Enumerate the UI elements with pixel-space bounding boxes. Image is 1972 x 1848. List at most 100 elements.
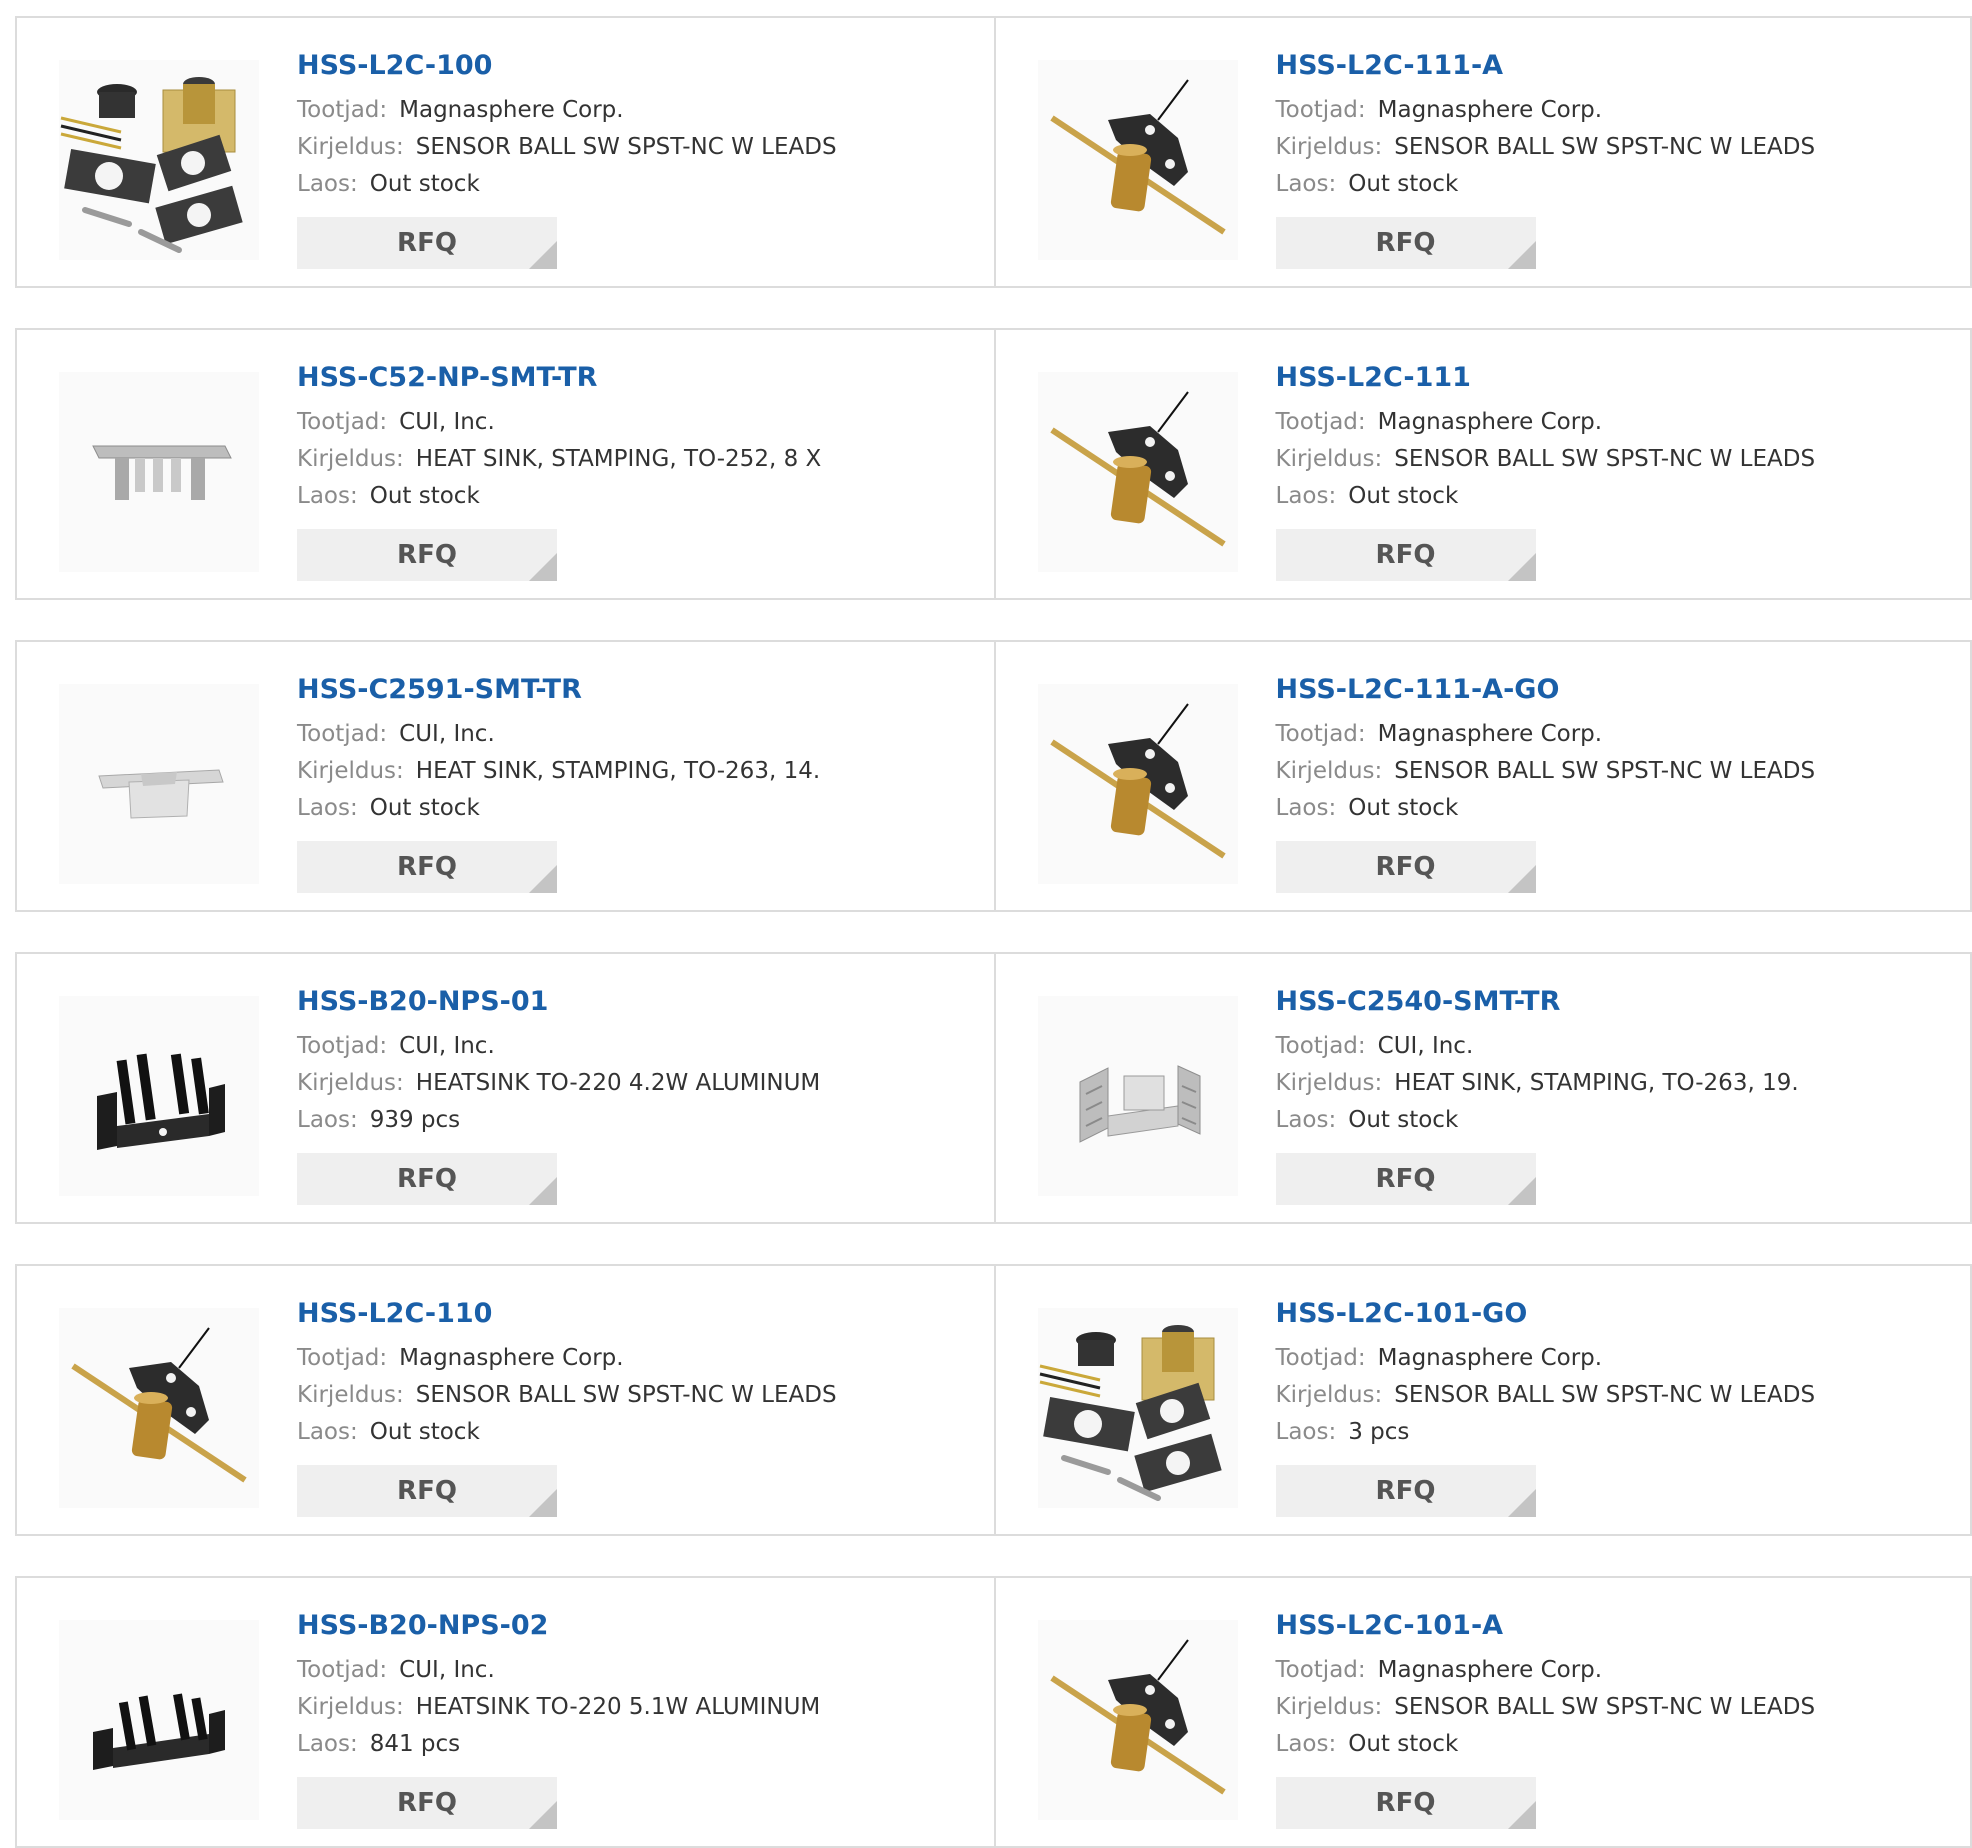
description-label: Kirjeldus: bbox=[297, 1694, 404, 1720]
corner-triangle-icon bbox=[529, 553, 557, 581]
stock-label: Laos: bbox=[297, 483, 358, 509]
stock-label: Laos: bbox=[297, 1731, 358, 1757]
rfq-label: RFQ bbox=[397, 1164, 457, 1194]
product-image[interactable] bbox=[59, 684, 259, 884]
rfq-button[interactable]: RFQ bbox=[1275, 1465, 1536, 1517]
rfq-button[interactable]: RFQ bbox=[1275, 529, 1536, 581]
product-image[interactable] bbox=[1037, 684, 1238, 884]
rfq-label: RFQ bbox=[1375, 852, 1436, 882]
corner-triangle-icon bbox=[1507, 1801, 1536, 1829]
rfq-button[interactable]: RFQ bbox=[1275, 841, 1536, 893]
description-label: Kirjeldus: bbox=[1275, 1382, 1383, 1408]
rfq-button[interactable]: RFQ bbox=[297, 841, 557, 893]
manufacturer-value: CUI, Inc. bbox=[1377, 1033, 1474, 1059]
product-image[interactable] bbox=[1037, 1620, 1238, 1820]
rfq-label: RFQ bbox=[397, 540, 457, 570]
description-value: HEATSINK TO-220 4.2W ALUMINUM bbox=[415, 1070, 821, 1096]
product-row: HSS-B20-NPS-01 Tootjad: CUI, Inc. Kirjeld… bbox=[15, 952, 1972, 1224]
rfq-button[interactable]: RFQ bbox=[1275, 217, 1536, 269]
description-value: SENSOR BALL SW SPST-NC W LEADS bbox=[1394, 1694, 1816, 1720]
manufacturer-value: Magnasphere Corp. bbox=[1377, 721, 1603, 747]
rfq-button[interactable]: RFQ bbox=[297, 217, 557, 269]
manufacturer-value: CUI, Inc. bbox=[399, 1033, 495, 1059]
corner-triangle-icon bbox=[1507, 1489, 1536, 1517]
rfq-label: RFQ bbox=[1375, 1788, 1436, 1818]
rfq-label: RFQ bbox=[1375, 540, 1436, 570]
manufacturer-value: Magnasphere Corp. bbox=[1377, 1345, 1603, 1371]
product-card: HSS-C2591-SMT-TR Tootjad: CUI, Inc. Kirje… bbox=[17, 642, 994, 910]
rfq-button[interactable]: RFQ bbox=[1275, 1153, 1536, 1205]
description-label: Kirjeldus: bbox=[297, 1070, 404, 1096]
rfq-button[interactable]: RFQ bbox=[297, 1465, 557, 1517]
stock-label: Laos: bbox=[297, 1419, 358, 1445]
part-number-link[interactable]: HSS-L2C-111-A bbox=[1276, 46, 1951, 86]
corner-triangle-icon bbox=[1507, 241, 1536, 269]
stock-value: Out stock bbox=[1348, 171, 1459, 197]
rfq-button[interactable]: RFQ bbox=[297, 1153, 557, 1205]
rfq-button[interactable]: RFQ bbox=[1275, 1777, 1536, 1829]
stock-value: Out stock bbox=[369, 795, 480, 821]
stock-value: 3 pcs bbox=[1348, 1419, 1410, 1445]
description-label: Kirjeldus: bbox=[297, 134, 404, 160]
manufacturer-label: Tootjad: bbox=[1275, 1345, 1366, 1371]
part-number-link[interactable]: HSS-L2C-110 bbox=[297, 1294, 974, 1334]
stock-label: Laos: bbox=[297, 795, 358, 821]
product-card: HSS-B20-NPS-01 Tootjad: CUI, Inc. Kirjeld… bbox=[17, 954, 994, 1222]
product-image[interactable] bbox=[1037, 372, 1238, 572]
product-row: HSS-C52-NP-SMT-TR Tootjad: CUI, Inc. Kirj… bbox=[15, 328, 1972, 600]
part-number-link[interactable]: HSS-C52-NP-SMT-TR bbox=[297, 358, 974, 398]
corner-triangle-icon bbox=[1507, 865, 1536, 893]
product-image[interactable] bbox=[1037, 60, 1238, 260]
product-card: HSS-B20-NPS-02 Tootjad: CUI, Inc. Kirjeld… bbox=[17, 1578, 994, 1846]
part-number-link[interactable]: HSS-C2591-SMT-TR bbox=[297, 670, 974, 710]
part-number-link[interactable]: HSS-L2C-101-GO bbox=[1276, 1294, 1951, 1334]
product-card: HSS-L2C-101-GO Tootjad: Magnasphere Corp.… bbox=[993, 1266, 1971, 1534]
product-card: HSS-L2C-111-A-GO Tootjad: Magnasphere Cor… bbox=[993, 642, 1971, 910]
stock-value: Out stock bbox=[1348, 1107, 1459, 1133]
product-image[interactable] bbox=[59, 996, 259, 1196]
product-row: HSS-B20-NPS-02 Tootjad: CUI, Inc. Kirjeld… bbox=[15, 1576, 1972, 1848]
part-number-link[interactable]: HSS-C2540-SMT-TR bbox=[1276, 982, 1951, 1022]
stock-value: Out stock bbox=[1348, 483, 1459, 509]
description-label: Kirjeldus: bbox=[1275, 446, 1383, 472]
rfq-label: RFQ bbox=[1375, 1476, 1436, 1506]
product-image[interactable] bbox=[59, 1620, 259, 1820]
rfq-button[interactable]: RFQ bbox=[297, 529, 557, 581]
manufacturer-label: Tootjad: bbox=[1275, 721, 1366, 747]
product-image[interactable] bbox=[1037, 996, 1238, 1196]
corner-triangle-icon bbox=[529, 865, 557, 893]
corner-triangle-icon bbox=[529, 1801, 557, 1829]
stock-value: Out stock bbox=[1348, 1731, 1459, 1757]
part-number-link[interactable]: HSS-L2C-100 bbox=[297, 46, 974, 86]
manufacturer-value: Magnasphere Corp. bbox=[399, 1345, 624, 1371]
rfq-label: RFQ bbox=[397, 1788, 457, 1818]
part-number-link[interactable]: HSS-L2C-111-A-GO bbox=[1276, 670, 1951, 710]
manufacturer-value: Magnasphere Corp. bbox=[1377, 97, 1603, 123]
manufacturer-label: Tootjad: bbox=[297, 721, 388, 747]
product-image[interactable] bbox=[59, 1308, 259, 1508]
description-value: SENSOR BALL SW SPST-NC W LEADS bbox=[1394, 134, 1816, 160]
part-number-link[interactable]: HSS-L2C-101-A bbox=[1276, 1606, 1951, 1646]
part-number-link[interactable]: HSS-B20-NPS-01 bbox=[297, 982, 974, 1022]
rfq-label: RFQ bbox=[1375, 228, 1436, 258]
stock-value: 939 pcs bbox=[369, 1107, 461, 1133]
part-number-link[interactable]: HSS-L2C-111 bbox=[1276, 358, 1951, 398]
product-image[interactable] bbox=[59, 60, 259, 260]
manufacturer-label: Tootjad: bbox=[1275, 409, 1366, 435]
stock-value: Out stock bbox=[1348, 795, 1459, 821]
description-value: SENSOR BALL SW SPST-NC W LEADS bbox=[1394, 446, 1816, 472]
description-label: Kirjeldus: bbox=[1275, 758, 1383, 784]
product-card: HSS-L2C-110 Tootjad: Magnasphere Corp. Ki… bbox=[17, 1266, 994, 1534]
product-image[interactable] bbox=[1037, 1308, 1238, 1508]
stock-value: Out stock bbox=[369, 171, 480, 197]
product-card: HSS-L2C-100 Tootjad: Magnasphere Corp. Ki… bbox=[17, 18, 994, 286]
stock-label: Laos: bbox=[297, 171, 358, 197]
description-value: HEAT SINK, STAMPING, TO-263, 19. bbox=[1394, 1070, 1799, 1096]
product-row: HSS-C2591-SMT-TR Tootjad: CUI, Inc. Kirje… bbox=[15, 640, 1972, 912]
rfq-button[interactable]: RFQ bbox=[297, 1777, 557, 1829]
manufacturer-value: Magnasphere Corp. bbox=[399, 97, 624, 123]
description-label: Kirjeldus: bbox=[297, 1382, 404, 1408]
manufacturer-value: Magnasphere Corp. bbox=[1377, 409, 1603, 435]
product-image[interactable] bbox=[59, 372, 259, 572]
part-number-link[interactable]: HSS-B20-NPS-02 bbox=[297, 1606, 974, 1646]
